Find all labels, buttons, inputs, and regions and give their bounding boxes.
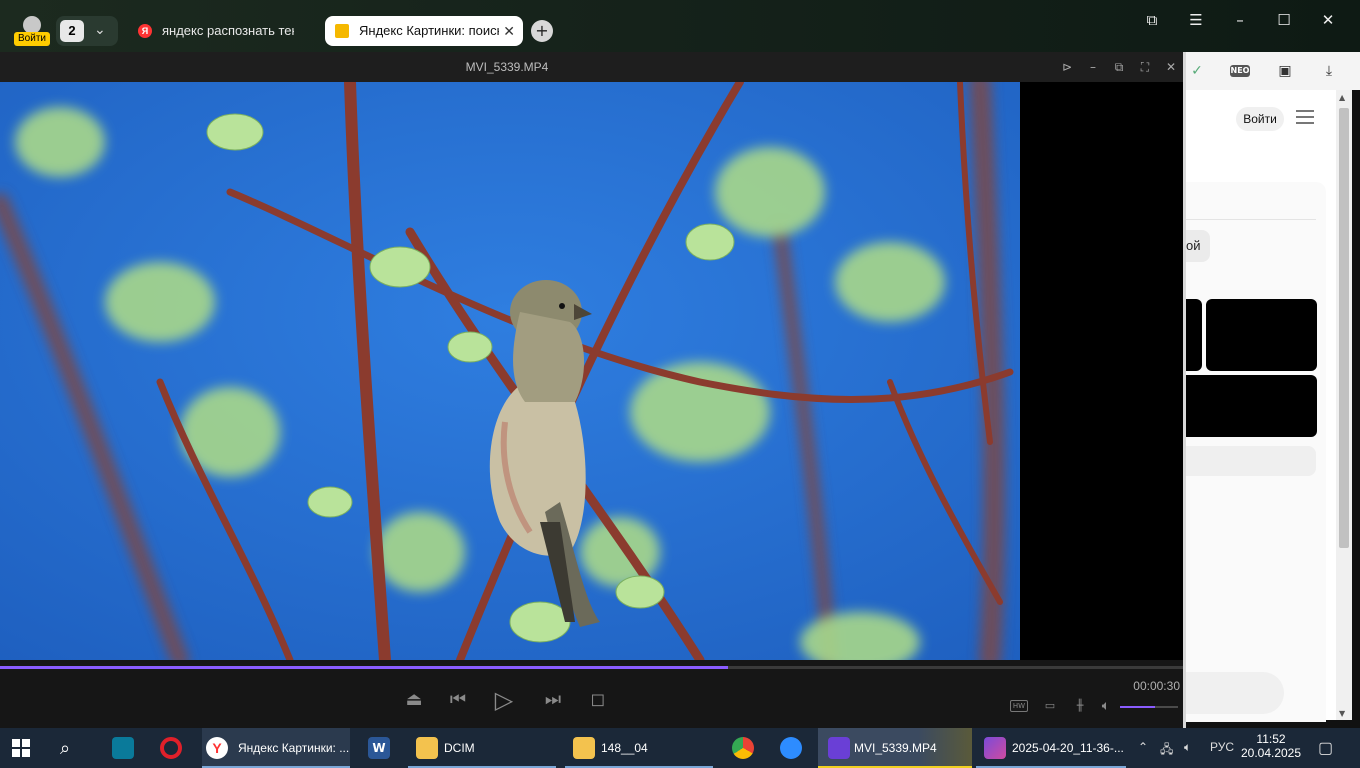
scrollbar-thumb[interactable]	[1339, 108, 1349, 548]
neo-icon[interactable]: NEO	[1230, 65, 1250, 77]
page-placeholder-bar	[1186, 446, 1316, 476]
taskbar-item-label: 148__04	[601, 741, 648, 755]
volume-icon[interactable]: 🔈︎	[1096, 698, 1116, 714]
image-icon	[335, 24, 349, 38]
player-title-bar[interactable]: MVI_5339.MP4 ⊳ – ⧉ ⛶ ✕	[0, 52, 1183, 82]
image-thumbnail[interactable]	[1186, 299, 1202, 371]
close-button[interactable]: ✕	[1162, 58, 1180, 76]
notifications-icon[interactable]: ▢	[1318, 738, 1333, 758]
chrome-icon[interactable]	[732, 737, 754, 759]
fullscreen-icon[interactable]: ⛶	[1136, 58, 1154, 76]
scroll-down-icon[interactable]: ▼	[1339, 709, 1345, 718]
image-editor-icon	[984, 737, 1006, 759]
chevron-down-icon: ⌄	[94, 22, 106, 38]
taskbar-item-image[interactable]: 2025-04-20_11-36-...	[976, 728, 1126, 768]
tab-count-badge: 2	[60, 20, 84, 42]
zoom-icon[interactable]	[780, 737, 802, 759]
next-icon[interactable]: ⏭	[541, 688, 565, 712]
volume-slider-fill	[1120, 706, 1155, 708]
image-thumbnail[interactable]	[1186, 375, 1317, 437]
start-button[interactable]	[12, 728, 36, 768]
page-chip-text: ой	[1186, 238, 1201, 253]
clock-time: 11:52	[1256, 732, 1286, 746]
word-icon[interactable]: W	[368, 737, 390, 759]
yandex-icon: Я	[138, 24, 152, 38]
minimize-button[interactable]: –	[1228, 10, 1252, 30]
restore-button[interactable]: ⧉	[1110, 58, 1128, 76]
eject-icon[interactable]: ⏏	[402, 688, 426, 712]
new-tab-button[interactable]: +	[531, 20, 553, 42]
profile-button[interactable]: Войти	[14, 16, 50, 46]
page-scrollbar[interactable]: ▲ ▼	[1336, 90, 1352, 720]
taskbar-item-folder[interactable]: 148__04	[565, 728, 713, 768]
minimize-button[interactable]: –	[1084, 58, 1102, 76]
maximize-button[interactable]: ☐	[1272, 10, 1296, 30]
video-content-bird-on-branch	[0, 82, 1020, 660]
seek-bar[interactable]	[0, 666, 1183, 669]
search-icon[interactable]: ⌕	[60, 728, 84, 768]
collections-icon[interactable]: ▣	[1274, 60, 1296, 82]
video-player-window: MVI_5339.MP4 ⊳ – ⧉ ⛶ ✕ ⏏ ⏮ ▷ ⏭ ◻ 00:00:3…	[0, 52, 1186, 728]
taskbar-item-yandex[interactable]: Y Яндекс Картинки: ...	[202, 728, 350, 768]
profile-login-label: Войти	[14, 32, 50, 46]
taskbar-item-label: Яндекс Картинки: ...	[238, 741, 350, 755]
tab-title: яндекс распознать текст с	[162, 23, 294, 38]
video-frame[interactable]	[0, 82, 1020, 660]
taskbar-item-label: DCIM	[444, 741, 475, 755]
image-thumbnail[interactable]	[1206, 299, 1317, 371]
browser-toolbar: ✓ NEO ▣ ⤓	[1186, 52, 1360, 90]
seek-bar-progress	[0, 666, 728, 669]
hardware-accel-icon[interactable]: HW	[1010, 700, 1028, 712]
windows-icon	[12, 739, 30, 757]
taskbar-item-video[interactable]: MVI_5339.MP4	[818, 728, 972, 768]
tray-expand-icon[interactable]: ⌃	[1138, 740, 1148, 754]
clock[interactable]: 11:52 20.04.2025	[1240, 732, 1302, 760]
stop-icon[interactable]: ◻	[586, 688, 610, 712]
taskbar-item-dcim[interactable]: DCIM	[408, 728, 556, 768]
player-title: MVI_5339.MP4	[465, 60, 549, 74]
download-icon[interactable]: ⤓	[1318, 60, 1340, 82]
page-menu-icon[interactable]	[1296, 110, 1314, 126]
play-icon[interactable]: ▷	[492, 688, 516, 712]
browser-title-bar: Войти 2 ⌄ Я яндекс распознать текст с Ян…	[0, 0, 1360, 52]
page-search-pill[interactable]	[1186, 672, 1284, 714]
taskbar-item-label: 2025-04-20_11-36-...	[1012, 741, 1124, 755]
speaker-icon[interactable]: 🔈︎	[1184, 740, 1191, 755]
page-chip[interactable]: ой	[1186, 230, 1210, 262]
bookmarks-icon[interactable]: ⧉	[1140, 10, 1164, 30]
close-window-button[interactable]: ✕	[1316, 10, 1340, 30]
close-tab-icon[interactable]: ✕	[503, 16, 515, 46]
volume-slider[interactable]	[1120, 706, 1178, 708]
shield-icon[interactable]: ✓	[1186, 60, 1208, 82]
language-indicator[interactable]: РУС	[1210, 740, 1234, 754]
yandex-browser-icon: Y	[206, 737, 228, 759]
menu-icon[interactable]: ☰	[1184, 10, 1208, 30]
taskbar: ⌕ Y Яндекс Картинки: ... W DCIM 148__04 …	[0, 728, 1360, 768]
subtitles-icon[interactable]: ▭	[1040, 698, 1060, 714]
video-letterbox	[1020, 82, 1183, 660]
taskbar-item-label: MVI_5339.MP4	[854, 741, 937, 755]
tab-group-button[interactable]: 2 ⌄	[56, 16, 118, 46]
page-login-button[interactable]: Войти	[1236, 107, 1284, 131]
audio-track-icon[interactable]: ╫	[1070, 698, 1090, 714]
folder-icon	[573, 737, 595, 759]
previous-icon[interactable]: ⏮	[446, 688, 470, 712]
network-icon[interactable]: 🖧︎	[1160, 740, 1173, 761]
tab-yandex-search[interactable]: Я яндекс распознать текст с	[128, 16, 318, 46]
playback-time: 00:00:30	[1133, 679, 1180, 693]
tab-title: Яндекс Картинки: поиск	[359, 23, 499, 38]
security-app-icon[interactable]	[112, 737, 134, 759]
tab-yandex-images[interactable]: Яндекс Картинки: поиск ✕	[325, 16, 523, 46]
clock-date: 20.04.2025	[1240, 746, 1302, 760]
opera-icon[interactable]	[160, 737, 182, 759]
scroll-up-icon[interactable]: ▲	[1339, 93, 1345, 102]
folder-icon	[416, 737, 438, 759]
video-player-icon	[828, 737, 850, 759]
pin-icon[interactable]: ⊳	[1058, 58, 1076, 76]
divider	[1186, 219, 1316, 220]
